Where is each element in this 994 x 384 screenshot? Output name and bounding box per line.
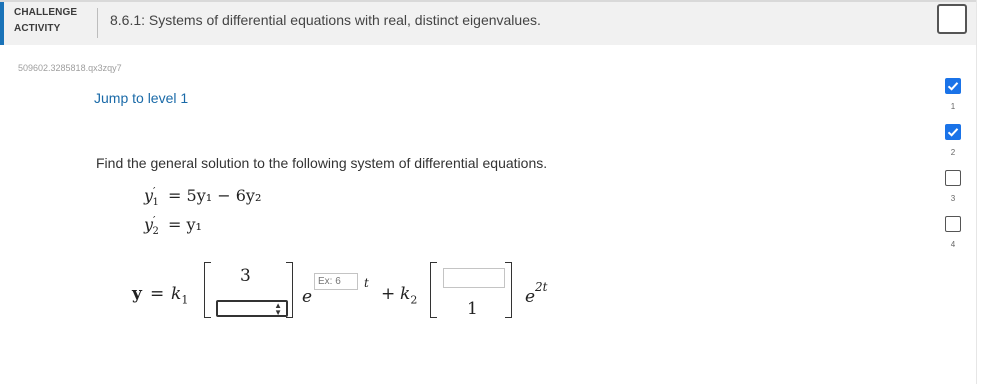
answer-plus: + [381, 284, 396, 304]
k1-sub: 1 [181, 293, 189, 307]
answer-equals: = [150, 284, 165, 304]
eq2-lhs: y [144, 215, 154, 234]
header-accent-bar [0, 2, 4, 45]
activity-completion-checkbox [937, 4, 967, 34]
select-arrows-icon: ▲ ▼ [274, 301, 282, 317]
level-3-incomplete-icon[interactable] [945, 170, 961, 186]
exponent1-input[interactable] [314, 273, 358, 290]
vector2-right-bracket [505, 262, 512, 318]
answer-e1: e [302, 287, 313, 307]
vector1-right-bracket [286, 262, 293, 318]
level-2-number: 2 [950, 148, 956, 157]
answer-y-label: y [132, 284, 142, 304]
vector2-bottom-value: 1 [467, 299, 478, 319]
activity-header: CHALLENGE ACTIVITY 8.6.1: Systems of dif… [0, 0, 976, 45]
vector1-bottom-select[interactable]: ▲ ▼ [216, 300, 288, 317]
vector2-left-bracket [430, 262, 437, 318]
activity-type-label: CHALLENGE ACTIVITY [14, 7, 78, 34]
level-1-number: 1 [950, 102, 956, 111]
level-4-number: 4 [950, 240, 956, 249]
vector1-top-value: 3 [240, 266, 251, 286]
level-2-complete-icon[interactable] [945, 124, 961, 140]
header-divider [97, 8, 98, 38]
equation-2: y′2 = y₁ [144, 214, 202, 238]
vector1-left-bracket [204, 262, 211, 318]
k2-sub: 2 [410, 293, 418, 307]
eq2-prime: ′ [153, 214, 156, 227]
exponent1-suffix: t [364, 276, 369, 290]
answer-k1: k1 [171, 284, 188, 306]
k1-letter: k [171, 284, 182, 304]
level-4-incomplete-icon[interactable] [945, 216, 961, 232]
jump-to-level-link[interactable]: Jump to level 1 [94, 90, 188, 106]
exponent2: 2t [535, 280, 548, 294]
page-scroll-gutter [976, 0, 994, 384]
activity-title: 8.6.1: Systems of differential equations… [110, 12, 541, 28]
content-id: 509602.3285818.qx3zqy7 [18, 63, 122, 73]
k2-letter: k [400, 284, 411, 304]
equation-1: y′1 = 5y₁ − 6y₂ [144, 185, 262, 209]
level-1-complete-icon[interactable] [945, 78, 961, 94]
answer-k2: k2 [400, 284, 417, 306]
eq2-rhs: = y₁ [168, 215, 202, 234]
eq1-prime: ′ [153, 185, 156, 198]
answer-e2: e [525, 287, 536, 307]
vector2-top-input[interactable] [443, 268, 505, 288]
eq1-lhs-sub: 1 [152, 197, 159, 209]
question-prompt: Find the general solution to the followi… [96, 155, 548, 171]
eq1-rhs: = 5y₁ − 6y₂ [168, 186, 262, 205]
level-3-number: 3 [950, 194, 956, 203]
eq2-lhs-sub: 2 [152, 226, 159, 238]
eq1-lhs: y [144, 186, 154, 205]
